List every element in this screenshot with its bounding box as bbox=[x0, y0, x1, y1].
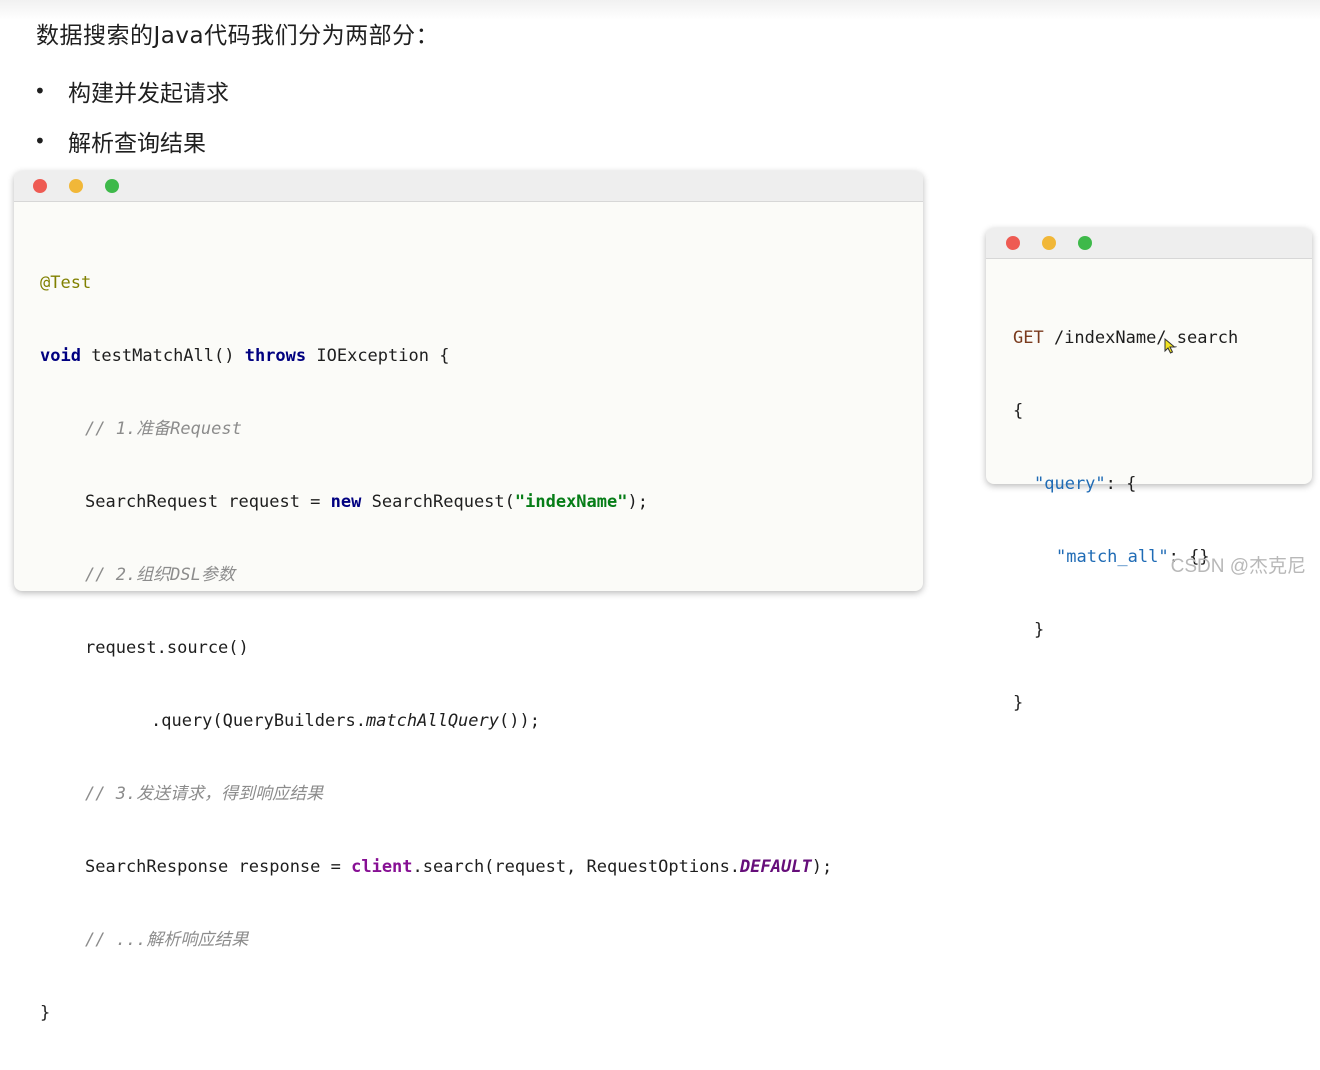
keyword-token: throws bbox=[244, 346, 307, 366]
code-line: // ...解析响应结果 bbox=[40, 924, 923, 957]
code-line: SearchRequest request = new SearchReques… bbox=[40, 486, 923, 519]
dsl-code-block: GET /indexName/_search { "query": { "mat… bbox=[986, 259, 1312, 760]
code-text: /indexName/_search bbox=[1043, 328, 1239, 348]
code-text: .search(request, RequestOptions. bbox=[412, 857, 741, 877]
code-text: request.source() bbox=[85, 638, 249, 658]
keyword-token: void bbox=[40, 346, 81, 366]
close-dot-icon bbox=[33, 179, 47, 193]
code-line: void testMatchAll() throws IOException { bbox=[40, 340, 923, 373]
code-line: "query": { bbox=[1013, 468, 1312, 501]
code-line: request.source() bbox=[40, 632, 923, 665]
keyword-token: new bbox=[330, 492, 362, 512]
field-token: client bbox=[351, 857, 413, 877]
code-line: @Test bbox=[40, 267, 923, 300]
http-method-token: GET bbox=[1013, 328, 1044, 348]
code-text: SearchResponse response = bbox=[85, 857, 352, 877]
slide-heading: 数据搜索的Java代码我们分为两部分： bbox=[36, 23, 440, 49]
bullet-dot: • bbox=[34, 129, 46, 153]
code-text: { bbox=[1013, 401, 1024, 421]
json-key-token: "match_all" bbox=[1056, 547, 1169, 567]
code-line: // 2.组织DSL参数 bbox=[40, 559, 923, 592]
bullet-text: 构建并发起请求 bbox=[68, 81, 229, 107]
bullet-item: • 构建并发起请求 bbox=[34, 66, 229, 116]
code-text: IOException { bbox=[306, 346, 450, 366]
code-text: ()); bbox=[499, 711, 540, 731]
comment-token: // ...解析响应结果 bbox=[85, 930, 249, 950]
code-line: } bbox=[1013, 614, 1312, 647]
window-title-bar bbox=[986, 228, 1312, 259]
code-text: SearchRequest request = bbox=[85, 492, 331, 512]
code-text: } bbox=[1013, 693, 1024, 713]
java-code-window: @Test void testMatchAll() throws IOExcep… bbox=[14, 171, 923, 1023]
code-text: testMatchAll() bbox=[80, 346, 245, 366]
comment-token: // 2.组织DSL参数 bbox=[85, 565, 235, 585]
bullet-text: 解析查询结果 bbox=[68, 131, 206, 157]
code-line: GET /indexName/_search bbox=[1013, 322, 1312, 355]
code-line: .query(QueryBuilders.matchAllQuery()); bbox=[40, 705, 923, 738]
comment-token: // 1.准备Request bbox=[85, 419, 242, 439]
code-text: .query(QueryBuilders. bbox=[151, 711, 366, 731]
code-line: SearchResponse response = client.search(… bbox=[40, 851, 923, 884]
code-text: } bbox=[40, 1003, 51, 1023]
string-token: "indexName" bbox=[514, 492, 628, 512]
bullet-list: • 构建并发起请求 • 解析查询结果 bbox=[34, 66, 229, 166]
code-line: } bbox=[40, 997, 923, 1030]
bullet-dot: • bbox=[34, 79, 46, 103]
maximize-dot-icon bbox=[105, 179, 119, 193]
code-text: } bbox=[1034, 620, 1045, 640]
code-text: ); bbox=[811, 857, 833, 877]
code-text: : { bbox=[1105, 474, 1137, 494]
mouse-cursor-icon bbox=[1164, 338, 1176, 354]
java-code-block: @Test void testMatchAll() throws IOExcep… bbox=[14, 202, 923, 1070]
minimize-dot-icon bbox=[1042, 236, 1056, 250]
bullet-item: • 解析查询结果 bbox=[34, 116, 229, 166]
window-title-bar bbox=[14, 171, 923, 202]
watermark: CSDN @杰克尼 bbox=[1170, 556, 1306, 577]
code-text: ); bbox=[627, 492, 648, 512]
minimize-dot-icon bbox=[69, 179, 83, 193]
dsl-code-window: GET /indexName/_search { "query": { "mat… bbox=[986, 228, 1312, 713]
constant-token: DEFAULT bbox=[740, 857, 812, 877]
json-key-token: "query" bbox=[1034, 474, 1106, 494]
annotation-token: @Test bbox=[40, 273, 92, 293]
code-text: SearchRequest( bbox=[361, 492, 515, 512]
code-line: // 3.发送请求，得到响应结果 bbox=[40, 778, 923, 811]
comment-token: // 3.发送请求，得到响应结果 bbox=[85, 784, 324, 804]
code-line: // 1.准备Request bbox=[40, 413, 923, 446]
code-line: } bbox=[1013, 687, 1312, 720]
maximize-dot-icon bbox=[1078, 236, 1092, 250]
close-dot-icon bbox=[1006, 236, 1020, 250]
static-method-token: matchAllQuery bbox=[365, 711, 499, 731]
code-line: { bbox=[1013, 395, 1312, 428]
